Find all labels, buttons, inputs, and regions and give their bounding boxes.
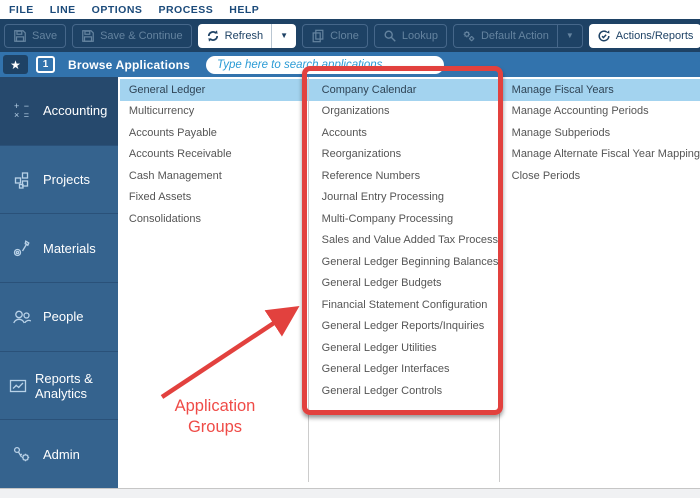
sidebar-item-reports-analytics[interactable]: Reports & Analytics — [0, 352, 118, 421]
module-list-item[interactable]: General Ledger — [120, 79, 308, 101]
modules-panel: General Ledger Multicurrency Accounts Pa… — [118, 77, 308, 488]
menu-item-process[interactable]: PROCESS — [158, 4, 213, 16]
application-list-item[interactable]: Manage Fiscal Years — [500, 79, 700, 101]
sidebar-item-admin[interactable]: Admin — [0, 420, 118, 488]
application-list-item[interactable]: Manage Subperiods — [500, 122, 700, 144]
actions-reports-button[interactable]: Actions/Reports — [589, 24, 700, 48]
chart-icon — [8, 376, 28, 396]
browse-applications-title: Browse Applications — [68, 58, 190, 72]
application-list-item[interactable]: Close Periods — [500, 165, 700, 187]
refresh-icon — [206, 29, 220, 43]
application-group-list-item[interactable]: General Ledger Budgets — [309, 273, 499, 295]
sidebar-item-label: Projects — [43, 172, 94, 187]
toolbar: Save Save & Continue Refresh ▼ — [0, 19, 700, 52]
module-list-item[interactable]: Consolidations — [120, 208, 308, 230]
application-group-list-item[interactable]: Organizations — [309, 101, 499, 123]
applications-panel: Manage Fiscal Years Manage Accounting Pe… — [500, 77, 700, 488]
module-list-item[interactable]: Multicurrency — [120, 101, 308, 123]
sidebar-item-label: Materials — [43, 241, 100, 256]
default-action-split-button: Default Action ▼ — [453, 24, 583, 48]
sidebar-item-accounting[interactable]: + − × = Accounting — [0, 77, 118, 146]
save-continue-label: Save & Continue — [100, 30, 183, 42]
save-icon — [13, 29, 27, 43]
key-gear-icon — [8, 444, 36, 464]
sidebar-item-materials[interactable]: Materials — [0, 214, 118, 283]
application-group-list-item[interactable]: General Ledger Utilities — [309, 337, 499, 359]
default-action-dropdown-button[interactable]: ▼ — [557, 25, 582, 47]
sidebar-item-label: Accounting — [43, 103, 111, 118]
star-icon: ★ — [10, 58, 21, 72]
status-strip — [0, 488, 700, 498]
sidebar-item-label: Reports & Analytics — [35, 371, 118, 401]
save-continue-icon — [81, 29, 95, 43]
lookup-button[interactable]: Lookup — [374, 24, 447, 48]
menu-item-file[interactable]: FILE — [9, 4, 34, 16]
application-group-list-item[interactable]: Journal Entry Processing — [309, 187, 499, 209]
clone-button[interactable]: Clone — [302, 24, 368, 48]
sidebar-item-label: People — [43, 309, 87, 324]
application-group-list-item[interactable]: Reorganizations — [309, 144, 499, 166]
refresh-button[interactable]: Refresh — [198, 24, 272, 48]
application-group-list-item[interactable]: Multi-Company Processing — [309, 208, 499, 230]
application-group-list-item[interactable]: General Ledger Reports/Inquiries — [309, 316, 499, 338]
chevron-down-icon: ▼ — [566, 31, 574, 40]
application-group-list-item[interactable]: Financial Statement Configuration — [309, 294, 499, 316]
domain-sidebar: + − × = Accounting Projects Materials — [0, 77, 118, 488]
gears-icon — [462, 29, 476, 43]
browse-applications-bar: ★ 1 Browse Applications — [0, 52, 700, 77]
save-continue-button[interactable]: Save & Continue — [72, 24, 192, 48]
menu-item-help[interactable]: HELP — [229, 4, 259, 16]
application-group-list-item[interactable]: Company Calendar — [309, 79, 499, 101]
application-group-list-item[interactable]: General Ledger Beginning Balances — [309, 251, 499, 273]
module-list-item[interactable]: Fixed Assets — [120, 187, 308, 209]
application-group-list-item[interactable]: Reference Numbers — [309, 165, 499, 187]
module-list-item[interactable]: Accounts Payable — [120, 122, 308, 144]
application-groups-panel: Company Calendar Organizations Accounts … — [308, 77, 500, 482]
application-group-list-item[interactable]: Sales and Value Added Tax Processing — [309, 230, 499, 252]
window-badge: 1 — [43, 59, 49, 70]
sidebar-item-projects[interactable]: Projects — [0, 146, 118, 215]
modules-list: General Ledger Multicurrency Accounts Pa… — [120, 79, 308, 230]
chevron-down-icon: ▼ — [280, 31, 288, 40]
application-group-list-item[interactable]: Accounts — [309, 122, 499, 144]
main-content: + − × = Accounting Projects Materials — [0, 77, 700, 488]
actions-reports-label: Actions/Reports — [616, 30, 694, 42]
default-action-label: Default Action — [481, 30, 549, 42]
application-groups-list: Company Calendar Organizations Accounts … — [309, 79, 499, 402]
menu-item-options[interactable]: OPTIONS — [92, 4, 143, 16]
lookup-label: Lookup — [402, 30, 438, 42]
people-icon — [8, 307, 36, 327]
application-group-list-item[interactable]: General Ledger Interfaces — [309, 359, 499, 381]
application-list-item[interactable]: Manage Alternate Fiscal Year Mapping — [500, 144, 700, 166]
clone-label: Clone — [330, 30, 359, 42]
blocks-icon — [8, 170, 36, 190]
refresh-label: Refresh — [225, 30, 264, 42]
module-list-item[interactable]: Accounts Receivable — [120, 144, 308, 166]
menu-bar: FILE LINE OPTIONS PROCESS HELP — [0, 0, 700, 19]
application-list-item[interactable]: Manage Accounting Periods — [500, 101, 700, 123]
actions-icon — [597, 29, 611, 43]
save-label: Save — [32, 30, 57, 42]
tools-icon — [8, 238, 36, 258]
sidebar-item-people[interactable]: People — [0, 283, 118, 352]
save-button[interactable]: Save — [4, 24, 66, 48]
application-group-list-item[interactable]: General Ledger Controls — [309, 380, 499, 402]
window-badge-button[interactable]: 1 — [36, 56, 55, 73]
menu-item-line[interactable]: LINE — [50, 4, 76, 16]
default-action-button[interactable]: Default Action — [454, 25, 557, 47]
refresh-split-button: Refresh ▼ — [198, 24, 296, 48]
module-list-item[interactable]: Cash Management — [120, 165, 308, 187]
refresh-dropdown-button[interactable]: ▼ — [271, 24, 296, 48]
calculator-icon: + − × = — [8, 102, 36, 120]
favorites-button[interactable]: ★ — [3, 55, 28, 74]
clone-icon — [311, 29, 325, 43]
applications-list: Manage Fiscal Years Manage Accounting Pe… — [500, 79, 700, 187]
lookup-icon — [383, 29, 397, 43]
sidebar-item-label: Admin — [43, 447, 84, 462]
application-search-input[interactable] — [206, 56, 444, 74]
